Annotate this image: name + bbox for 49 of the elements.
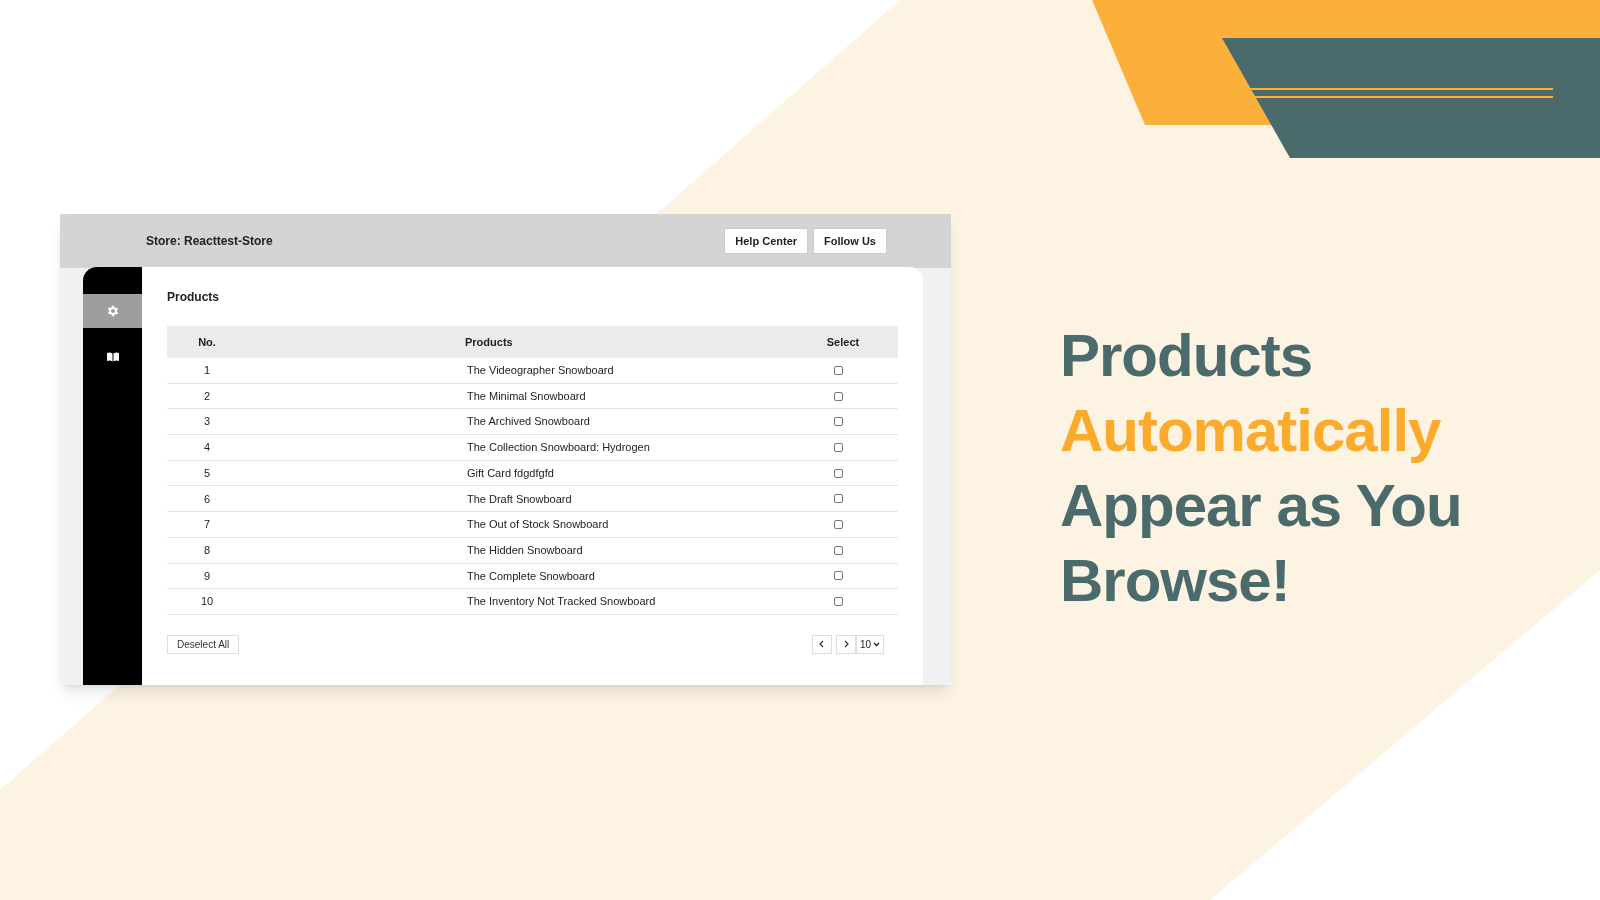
- column-header: Select: [826, 334, 860, 350]
- select-checkbox[interactable]: [833, 442, 843, 452]
- select-checkbox[interactable]: [833, 468, 843, 478]
- product-name: The Draft Snowboard: [467, 491, 572, 507]
- page-size-select[interactable]: 10: [856, 634, 884, 654]
- select-checkbox[interactable]: [833, 365, 843, 375]
- section-title: Products: [167, 289, 220, 306]
- headline-line: Appear as You: [1060, 471, 1462, 541]
- chevron-left-icon: [818, 640, 826, 649]
- deselect-all-button[interactable]: Deselect All: [167, 634, 240, 654]
- row-number: 9: [203, 568, 211, 584]
- previous-page-button[interactable]: [812, 634, 832, 654]
- column-header: Products: [465, 334, 513, 350]
- headline-line: Browse!: [1060, 546, 1291, 616]
- product-name: The Hidden Snowboard: [467, 542, 583, 558]
- headline-line: Products: [1060, 321, 1314, 391]
- header-button[interactable]: Follow Us: [813, 228, 887, 254]
- product-name: Gift Card fdgdfgfd: [467, 465, 554, 481]
- row-number: 7: [203, 517, 211, 533]
- row-number: 6: [203, 491, 211, 507]
- row-number: 4: [203, 440, 211, 456]
- select-checkbox[interactable]: [833, 519, 843, 529]
- product-name: The Inventory Not Tracked Snowboard: [467, 594, 656, 610]
- select-checkbox[interactable]: [833, 417, 843, 427]
- product-name: The Videographer Snowboard: [467, 363, 614, 379]
- select-checkbox[interactable]: [833, 494, 843, 504]
- select-checkbox[interactable]: [833, 545, 843, 555]
- select-checkbox[interactable]: [833, 391, 843, 401]
- column-header: No.: [198, 334, 216, 350]
- row-number: 1: [203, 363, 211, 379]
- header-button[interactable]: Help Center: [724, 228, 809, 254]
- product-name: The Out of Stock Snowboard: [467, 517, 609, 533]
- product-name: The Collection Snowboard: Hydrogen: [467, 440, 650, 456]
- product-name: The Complete Snowboard: [467, 568, 595, 584]
- row-number: 8: [203, 542, 211, 558]
- row-number: 2: [203, 388, 211, 404]
- chevron-right-icon: [842, 640, 850, 649]
- headline-line: Automatically: [1060, 396, 1442, 466]
- product-name: The Minimal Snowboard: [467, 388, 586, 404]
- select-checkbox[interactable]: [833, 597, 843, 607]
- settings-icon: [105, 304, 120, 318]
- row-number: 3: [203, 414, 211, 430]
- select-checkbox[interactable]: [833, 571, 843, 581]
- book-icon: [106, 352, 119, 362]
- product-name: The Archived Snowboard: [467, 414, 590, 430]
- store-label: Store: Reacttest-Store: [146, 233, 273, 250]
- caret-icon: [873, 641, 881, 647]
- row-number: 5: [203, 465, 211, 481]
- row-number: 10: [200, 594, 214, 610]
